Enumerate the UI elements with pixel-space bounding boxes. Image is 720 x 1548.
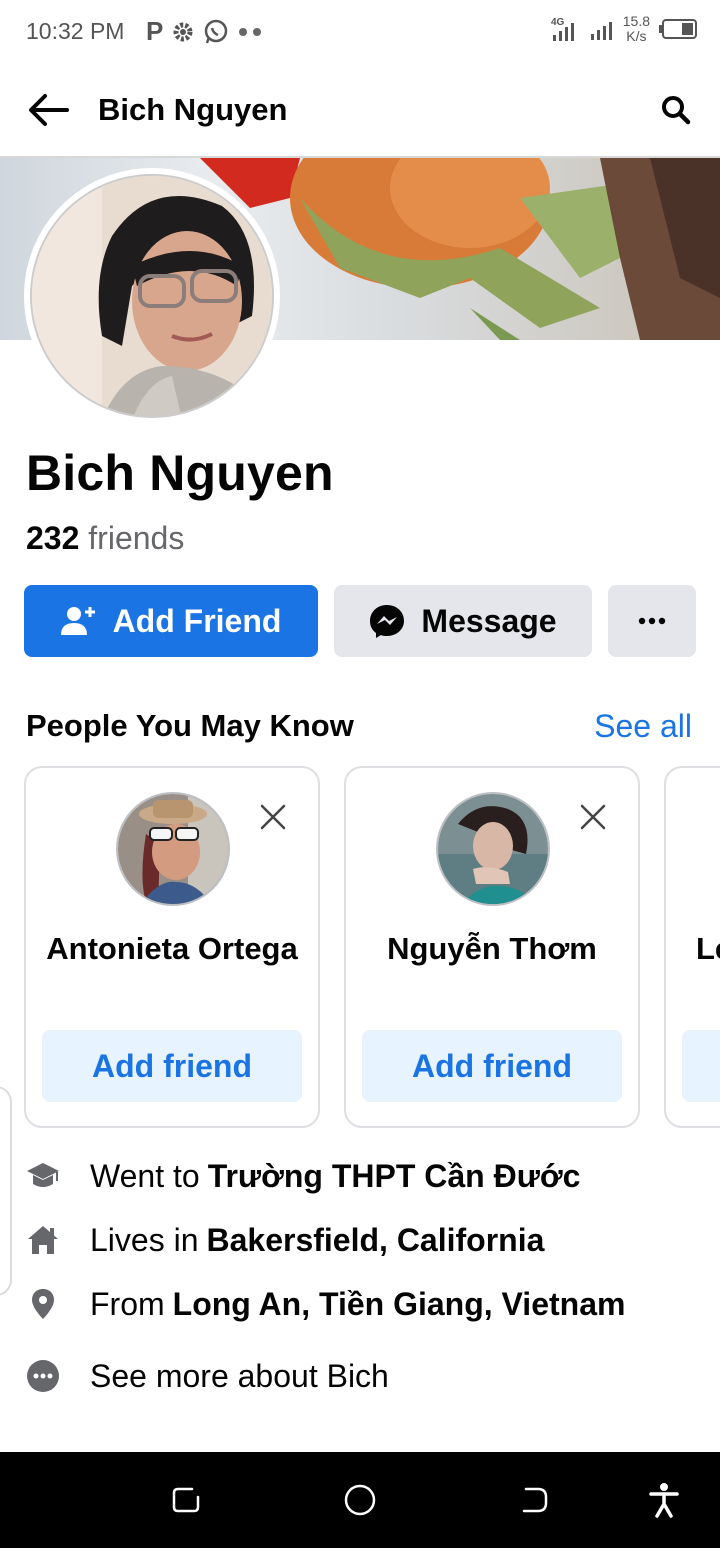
- arrow-left-icon: [29, 94, 69, 126]
- messenger-icon: [370, 605, 405, 638]
- suggestion-name[interactable]: Le: [696, 926, 720, 972]
- see-more-about-label: See more about Bich: [90, 1357, 389, 1394]
- dismiss-suggestion-icon[interactable]: [258, 802, 288, 832]
- more-circle-icon: [26, 1359, 60, 1393]
- battery-icon: [659, 19, 697, 39]
- add-friend-label: Add Friend: [112, 602, 282, 639]
- friends-label: friends: [88, 520, 185, 556]
- signal-4g-icon: 4G: [551, 17, 574, 41]
- location-pin-icon: [26, 1287, 60, 1321]
- system-nav-bar: [0, 1452, 720, 1548]
- message-label: Message: [421, 602, 557, 639]
- detail-lives-in: Lives in Bakersfield, California: [26, 1218, 544, 1262]
- detail-lives-in-value[interactable]: Bakersfield, California: [207, 1222, 545, 1259]
- detail-from-value[interactable]: Long An, Tiền Giang, Vietnam: [173, 1286, 626, 1323]
- accessibility-button[interactable]: [644, 1482, 684, 1518]
- back-nav-icon: [522, 1487, 548, 1513]
- people-you-may-know-title: People You May Know: [26, 708, 354, 743]
- suggestion-card[interactable]: Antonieta Ortega Add friend: [24, 766, 320, 1128]
- suggestion-name[interactable]: Antonieta Ortega: [36, 926, 308, 972]
- see-more-about[interactable]: See more about Bich: [26, 1354, 389, 1398]
- status-right-icons: 4G 15.8 K/s: [551, 14, 698, 44]
- whatsapp-icon: [205, 19, 228, 43]
- see-all-link[interactable]: See all: [594, 708, 692, 745]
- profile-avatar[interactable]: [24, 168, 280, 424]
- status-left-icons: P: [146, 16, 263, 47]
- home-button[interactable]: [340, 1482, 380, 1518]
- status-bar: 10:32 PM P 4G 15.8 K/s: [0, 0, 720, 64]
- suggestion-add-friend-button[interactable]: [682, 1030, 720, 1102]
- dismiss-suggestion-icon[interactable]: [578, 802, 608, 832]
- suggestion-card[interactable]: Nguyễn Thơm Add friend: [344, 766, 640, 1128]
- suggestion-name[interactable]: Nguyễn Thơm: [356, 926, 628, 972]
- add-person-icon: [60, 607, 95, 635]
- suggestion-avatar[interactable]: [116, 792, 230, 906]
- back-button[interactable]: [24, 88, 72, 132]
- home-icon: [26, 1223, 60, 1257]
- app-bar-title: Bich Nguyen: [98, 92, 288, 127]
- recent-apps-icon: [172, 1487, 200, 1513]
- status-time: 10:32 PM: [26, 18, 125, 44]
- detail-education-value[interactable]: Trường THPT Cần Đước: [208, 1158, 581, 1195]
- graduation-cap-icon: [26, 1159, 60, 1193]
- more-options-icon: [638, 617, 666, 625]
- network-speed: 15.8 K/s: [623, 14, 650, 44]
- app-bar: Bich Nguyen: [0, 64, 720, 158]
- svg-text:4G: 4G: [551, 17, 565, 28]
- settings-icon: [173, 22, 193, 41]
- suggestion-card-partial[interactable]: Le: [664, 766, 720, 1128]
- detail-education: Went to Trường THPT Cần Đước: [26, 1154, 580, 1198]
- add-friend-button[interactable]: Add Friend: [24, 585, 318, 657]
- signal-icon: [590, 22, 612, 40]
- detail-from-prefix: From: [90, 1285, 165, 1322]
- suggestion-add-friend-button[interactable]: Add friend: [362, 1030, 622, 1102]
- more-options-button[interactable]: [608, 585, 696, 657]
- detail-education-prefix: Went to: [90, 1157, 200, 1194]
- speed-value: 15.8: [622, 13, 650, 29]
- suggestion-avatar[interactable]: [436, 792, 550, 906]
- search-icon: [662, 96, 691, 125]
- detail-from: From Long An, Tiền Giang, Vietnam: [26, 1282, 625, 1326]
- back-nav-button[interactable]: [514, 1482, 554, 1518]
- profile-name: Bich Nguyen: [26, 445, 334, 501]
- profile-avatar-image: [30, 174, 274, 418]
- friends-count-line[interactable]: 232 friends: [26, 520, 184, 557]
- recent-apps-button[interactable]: [166, 1482, 206, 1518]
- side-panel-handle[interactable]: [0, 1086, 12, 1296]
- home-circle-icon: [344, 1484, 376, 1516]
- speed-unit: K/s: [626, 28, 647, 44]
- accessibility-icon: [649, 1483, 679, 1518]
- suggestion-add-friend-button[interactable]: Add friend: [42, 1030, 302, 1102]
- parking-icon: P: [146, 16, 164, 46]
- more-dots-icon: [239, 27, 262, 36]
- search-button[interactable]: [656, 90, 696, 130]
- detail-lives-in-prefix: Lives in: [90, 1221, 199, 1258]
- message-button[interactable]: Message: [334, 585, 592, 657]
- friends-count: 232: [26, 520, 80, 556]
